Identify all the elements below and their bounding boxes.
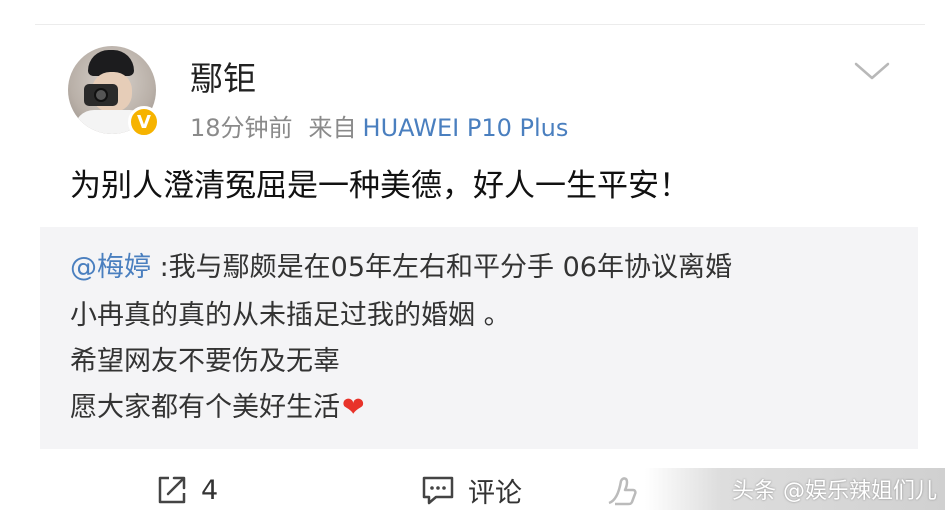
quote-text: :我与鄢颇是在05年左右和平分手 06年协议离婚 bbox=[151, 252, 732, 283]
post-time: 18分钟前 bbox=[190, 114, 293, 142]
like-button[interactable] bbox=[605, 470, 649, 510]
quote-line: 愿大家都有个美好生活❤ bbox=[70, 385, 365, 424]
source-label: 来自 bbox=[308, 114, 357, 142]
comment-button[interactable]: 评论 bbox=[420, 470, 522, 510]
like-icon bbox=[608, 477, 637, 506]
mention-link[interactable]: @梅婷 bbox=[70, 252, 151, 283]
device-source-link[interactable]: HUAWEI P10 Plus bbox=[363, 114, 569, 142]
quote-line: @梅婷 :我与鄢颇是在05年左右和平分手 06年协议离婚 bbox=[70, 245, 732, 284]
heart-emoji-icon: ❤ bbox=[342, 392, 365, 423]
quote-line: 小冉真的真的从未插足过我的婚姻 。 bbox=[70, 300, 511, 331]
weibo-post-card: V 鄢钜 18分钟前 来自 HUAWEI P10 Plus 为别人澄清冤屈是一种美德… bbox=[0, 0, 950, 520]
chevron-down-icon[interactable] bbox=[852, 56, 892, 84]
username[interactable]: 鄢钜 bbox=[190, 52, 256, 100]
comment-icon bbox=[422, 476, 454, 505]
share-icon bbox=[158, 476, 186, 504]
divider bbox=[35, 24, 925, 25]
quote-line: 希望网友不要伤及无辜 bbox=[70, 346, 340, 377]
post-meta: 18分钟前 来自 HUAWEI P10 Plus bbox=[190, 108, 568, 143]
verified-badge-icon: V bbox=[128, 106, 160, 138]
repost-count: 4 bbox=[201, 474, 219, 506]
repost-button[interactable]: 4 bbox=[155, 470, 218, 510]
quoted-post[interactable]: @梅婷 :我与鄢颇是在05年左右和平分手 06年协议离婚 小冉真的真的从未插足过… bbox=[40, 227, 918, 449]
comment-label: 评论 bbox=[468, 477, 522, 509]
watermark: 头条 @娱乐辣姐们儿 bbox=[645, 468, 945, 510]
post-text: 为别人澄清冤屈是一种美德，好人一生平安！ bbox=[70, 168, 690, 204]
quote-text: 愿大家都有个美好生活 bbox=[70, 392, 340, 423]
